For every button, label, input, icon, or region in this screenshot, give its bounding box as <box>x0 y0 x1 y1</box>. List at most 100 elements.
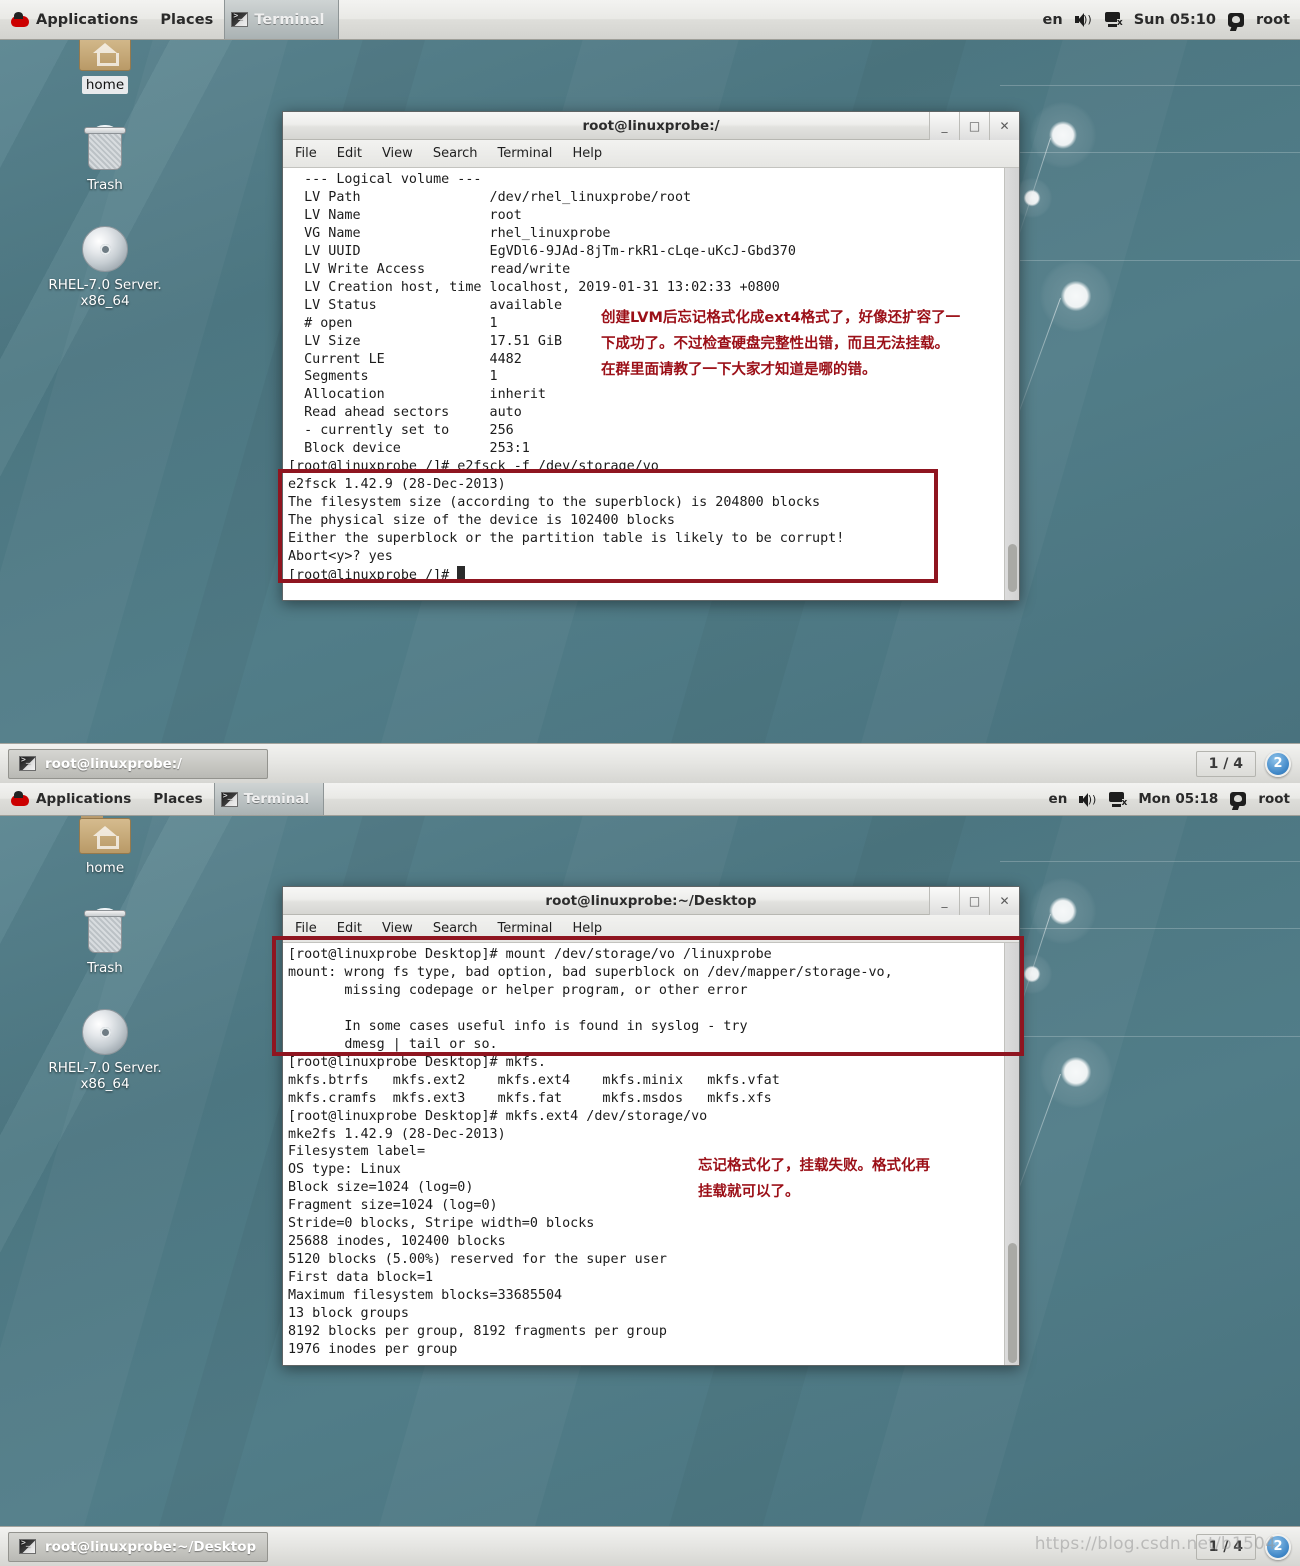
redhat-logo-icon-2 <box>11 791 29 807</box>
desktop-icon-rhel-dvd-label-2: RHEL-7.0 Server. x86_64 <box>48 1060 162 1092</box>
taskbar-button-terminal-bottom[interactable]: root@linuxprobe:~/Desktop <box>8 1531 268 1562</box>
dvd-disc-icon-2 <box>82 1009 128 1055</box>
window-list-terminal[interactable]: Terminal <box>224 0 340 39</box>
menu-edit[interactable]: Edit <box>337 146 362 161</box>
workspace-pager-top[interactable]: 1 / 4 <box>1195 750 1256 777</box>
terminal-icon <box>231 11 249 27</box>
annotation-text-bottom: 忘记格式化了，挂载失败。格式化再 挂载就可以了。 <box>698 1158 930 1200</box>
terminal-scrollbar-thumb[interactable] <box>1008 544 1017 592</box>
places-menu[interactable]: Places <box>149 0 224 39</box>
maximize-button[interactable]: □ <box>959 112 989 140</box>
menu-terminal[interactable]: Terminal <box>497 146 552 161</box>
user-account-icon[interactable] <box>1227 12 1244 27</box>
clock-2[interactable]: Mon 05:18 <box>1138 791 1218 807</box>
current-user-label[interactable]: root <box>1256 12 1290 28</box>
terminal-output-top: --- Logical volume --- LV Path /dev/rhel… <box>283 168 1004 600</box>
window-controls-top: _ □ ✕ <box>929 112 1019 140</box>
terminal-menubar-bottom: File Edit View Search Terminal Help <box>283 915 1019 943</box>
terminal-titlebar-bottom[interactable]: root@linuxprobe:~/Desktop _ □ ✕ <box>283 887 1019 915</box>
desktop-icon-trash[interactable]: Trash <box>55 118 155 194</box>
menu-file-2[interactable]: File <box>295 921 317 936</box>
menu-view-2[interactable]: View <box>382 921 413 936</box>
terminal-scrollbar-bottom[interactable] <box>1004 943 1019 1365</box>
applications-menu[interactable]: Applications <box>0 0 149 39</box>
taskbar-button-terminal-top[interactable]: root@linuxprobe:/ <box>8 748 268 779</box>
desktop-icon-rhel-dvd[interactable]: RHEL-7.0 Server. x86_64 <box>48 218 162 310</box>
applications-label-2: Applications <box>36 791 132 807</box>
terminal-output-mkfs: [root@linuxprobe Desktop]# mkfs. mkfs.bt… <box>288 1054 780 1357</box>
workspace-pager-bottom[interactable]: 1 / 4 <box>1195 1533 1256 1560</box>
desktop-icon-column-top: home Trash RHEL-7.0 Server. x86_64 <box>48 18 162 334</box>
network-disconnected-icon[interactable]: x <box>1104 12 1123 28</box>
terminal-output-mount-error: [root@linuxprobe Desktop]# mount /dev/st… <box>288 947 893 1052</box>
terminal-title-bottom: root@linuxprobe:~/Desktop <box>545 892 757 909</box>
terminal-title-top: root@linuxprobe:/ <box>582 117 720 134</box>
close-button[interactable]: ✕ <box>989 112 1019 140</box>
places-label: Places <box>160 11 214 28</box>
applications-menu-2[interactable]: Applications <box>0 783 142 815</box>
menu-search-2[interactable]: Search <box>433 921 478 936</box>
volume-icon-2[interactable]: )) <box>1079 792 1096 807</box>
terminal-scrollbar-thumb-2[interactable] <box>1008 1243 1017 1363</box>
minimize-button-2[interactable]: _ <box>929 887 959 915</box>
top-panel-top-screen: Applications Places Terminal en )) x Sun… <box>0 0 1300 40</box>
menu-view[interactable]: View <box>382 146 413 161</box>
menu-help-2[interactable]: Help <box>572 921 602 936</box>
terminal-body-top[interactable]: --- Logical volume --- LV Path /dev/rhel… <box>283 168 1019 600</box>
window-list-label-2: Terminal <box>243 791 310 807</box>
desktop-icon-trash-2[interactable]: Trash <box>55 901 155 977</box>
keyboard-layout-indicator-2[interactable]: en <box>1049 791 1068 807</box>
volume-icon[interactable]: )) <box>1074 12 1092 27</box>
terminal-scrollbar-top[interactable] <box>1004 168 1019 600</box>
notification-badge-bottom[interactable]: 2 <box>1265 1533 1291 1560</box>
terminal-icon-small <box>19 755 36 771</box>
menu-terminal-2[interactable]: Terminal <box>497 921 552 936</box>
annotation-text-top: 创建LVM后忘记格式化成ext4格式了，好像还扩容了一 下成功了。不过检查硬盘完… <box>601 310 961 378</box>
menu-search[interactable]: Search <box>433 146 478 161</box>
minimize-button[interactable]: _ <box>929 112 959 140</box>
desktop-icon-trash-label-2: Trash <box>87 960 123 976</box>
taskbar-button-label-top: root@linuxprobe:/ <box>45 755 183 772</box>
applications-label: Applications <box>36 11 139 28</box>
taskbar-button-label-bottom: root@linuxprobe:~/Desktop <box>45 1538 257 1555</box>
desktop-icon-column-bottom: home Trash RHEL-7.0 Server. x86_64 <box>48 801 162 1117</box>
clock[interactable]: Sun 05:10 <box>1134 12 1216 28</box>
bottom-panel-bottom-screen: root@linuxprobe:~/Desktop 1 / 4 2 <box>0 1526 1300 1566</box>
menu-file[interactable]: File <box>295 146 317 161</box>
terminal-cursor <box>457 565 466 581</box>
window-controls-bottom: _ □ ✕ <box>929 887 1019 915</box>
terminal-menubar-top: File Edit View Search Terminal Help <box>283 140 1019 168</box>
terminal-icon-small-2 <box>19 1538 36 1554</box>
notification-badge-top[interactable]: 2 <box>1265 750 1291 777</box>
screenshot-frame-bottom: Applications Places Terminal en )) x Mon… <box>0 783 1300 1566</box>
places-label-2: Places <box>153 791 203 807</box>
terminal-output-e2fsck: [root@linuxprobe /]# e2fsck -f /dev/stor… <box>288 459 845 565</box>
desktop-icon-home-label: home <box>81 76 129 94</box>
keyboard-layout-indicator[interactable]: en <box>1043 12 1063 28</box>
desktop-icon-rhel-dvd-2[interactable]: RHEL-7.0 Server. x86_64 <box>48 1001 162 1093</box>
places-menu-2[interactable]: Places <box>142 783 213 815</box>
trash-icon <box>83 124 127 172</box>
current-user-label-2[interactable]: root <box>1258 791 1290 807</box>
bottom-panel-top-screen: root@linuxprobe:/ 1 / 4 2 <box>0 743 1300 783</box>
desktop-icon-trash-label: Trash <box>87 177 123 193</box>
window-list-label: Terminal <box>254 11 325 28</box>
trash-icon-2 <box>83 907 127 955</box>
home-folder-icon-2 <box>79 811 131 855</box>
terminal-prompt-top: [root@linuxprobe /]# <box>288 567 458 583</box>
desktop-icon-home-label-2: home <box>85 860 125 876</box>
terminal-icon-2 <box>220 791 238 807</box>
window-list-terminal-2[interactable]: Terminal <box>213 783 325 815</box>
redhat-logo-icon <box>11 11 29 28</box>
screenshot-frame-top: Applications Places Terminal en )) x Sun… <box>0 0 1300 783</box>
network-disconnected-icon-2[interactable]: x <box>1108 791 1128 808</box>
maximize-button-2[interactable]: □ <box>959 887 989 915</box>
close-button-2[interactable]: ✕ <box>989 887 1019 915</box>
menu-edit-2[interactable]: Edit <box>337 921 362 936</box>
desktop-icon-rhel-dvd-label: RHEL-7.0 Server. x86_64 <box>48 277 162 309</box>
user-account-icon-2[interactable] <box>1230 792 1247 806</box>
terminal-titlebar-top[interactable]: root@linuxprobe:/ _ □ ✕ <box>283 112 1019 140</box>
dvd-disc-icon <box>82 226 128 272</box>
terminal-window-bottom[interactable]: root@linuxprobe:~/Desktop _ □ ✕ File Edi… <box>282 886 1020 1366</box>
menu-help[interactable]: Help <box>572 146 602 161</box>
